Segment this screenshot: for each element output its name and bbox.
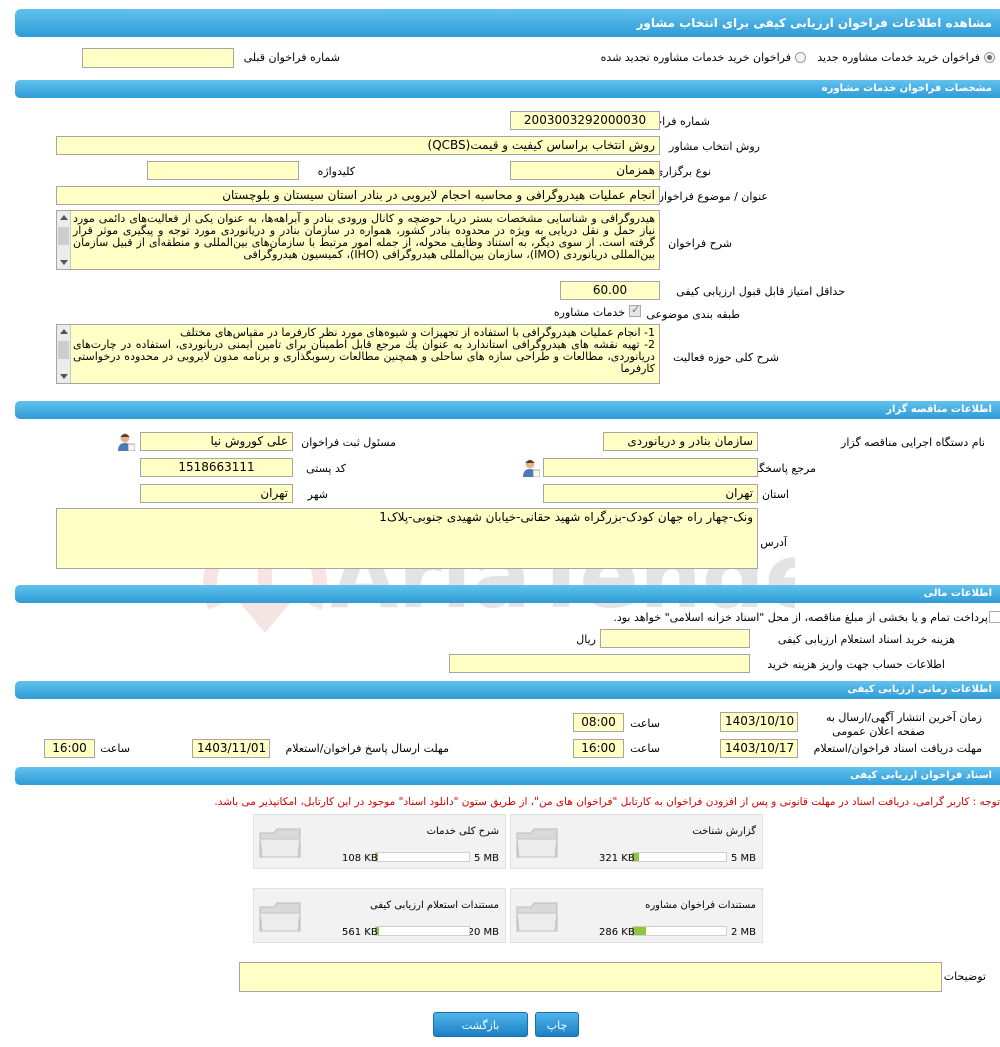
desc-scrollbar[interactable]: [57, 211, 71, 269]
registrar-field: علی کوروش نیا: [140, 432, 293, 451]
province-label: استان: [761, 488, 789, 501]
notes-field: [239, 962, 942, 992]
doc-size: 321 KB: [599, 853, 635, 864]
prev-number-field: [82, 48, 234, 68]
method-label: روش انتخاب مشاور: [669, 140, 760, 153]
doc-progress-bar: [632, 852, 727, 862]
city-label: شهر: [307, 488, 328, 501]
publish-date-field: 1403/10/10: [720, 712, 798, 732]
category-label: طبقه بندی موضوعی: [646, 308, 740, 321]
receive-date-field: 1403/10/17: [720, 739, 798, 758]
keyword-label: کلیدواژه: [317, 165, 355, 178]
keyword-field: [147, 161, 299, 180]
folder-icon: [259, 828, 301, 858]
fee-label: هزینه خرید اسناد استعلام ارزیابی کیفی: [777, 633, 955, 646]
back-button[interactable]: بازگشت: [433, 1012, 528, 1037]
doc-title: مستندات فراخوان مشاوره: [645, 900, 756, 911]
org-field: سازمان بنادر و دریانوردی: [603, 432, 758, 451]
subject-label: عنوان / موضوع فراخوان: [655, 190, 768, 203]
receive-label: مهلت دریافت اسناد فراخوان/استعلام: [813, 742, 982, 755]
address-label: آدرس: [760, 536, 787, 549]
address-field: ونک-چهار راه جهان کودک-بزرگراه شهید حقان…: [56, 508, 758, 569]
doc-max-size: 2 MB: [730, 927, 756, 938]
receive-time-label: ساعت: [630, 742, 660, 755]
category-value: خدمات مشاوره: [553, 306, 625, 319]
publish-time-label: ساعت: [630, 717, 660, 730]
folder-icon: [516, 828, 558, 858]
receive-time-field: 16:00: [573, 739, 624, 758]
registrar-label: مسئول ثبت فراخوان: [301, 436, 396, 449]
radio-new-label: فراخوان خرید خدمات مشاوره جدید: [817, 51, 980, 64]
scope-label: شرح کلی حوزه فعالیت: [673, 351, 779, 364]
doc-title: شرح کلی خدمات: [426, 826, 499, 837]
doc-size: 108 KB: [342, 853, 378, 864]
radio-new-consulting[interactable]: [984, 52, 995, 63]
radio-renewed-label: فراخوان خرید خدمات مشاوره تجدید شده: [600, 51, 791, 64]
desc-text: هیدروگرافی و شناسایی مشخصات بستر دریا، ح…: [73, 212, 655, 261]
postal-label: کد پستی: [306, 462, 346, 475]
folder-icon: [259, 902, 301, 932]
doc-card[interactable]: شرح کلی خدمات 5 MB 108 KB: [253, 814, 506, 869]
scope-textarea[interactable]: 1- انجام عملیات هیدروگرافی با استفاده از…: [56, 324, 660, 384]
number-field: 2003003292000030: [510, 111, 660, 130]
province-field: تهران: [543, 484, 758, 503]
publish-label-1: زمان آخرین انتشار آگهی/ارسال به: [825, 711, 982, 724]
folder-icon: [516, 902, 558, 932]
postal-field: 1518663111: [140, 458, 293, 477]
submit-time-label: ساعت: [100, 742, 130, 755]
submit-time-field: 16:00: [44, 739, 95, 758]
min-score-label: حداقل امتیاز قابل قبول ارزیابی کیفی: [676, 285, 845, 298]
section-header-docs: اسناد فراخوان ارزیابی کیفی: [15, 767, 1000, 785]
category-checkbox: [629, 303, 641, 317]
ref-user-icon[interactable]: [522, 458, 540, 477]
doc-card[interactable]: گزارش شناخت 5 MB 321 KB: [510, 814, 763, 869]
doc-progress-bar: [375, 852, 470, 862]
doc-size: 561 KB: [342, 927, 378, 938]
treasury-text: پرداخت تمام و یا بخشی از مبلغ مناقصه، از…: [613, 611, 988, 624]
section-header-tenderer: اطلاعات مناقصه گزار: [15, 401, 1000, 419]
subject-field: انجام عملیات هیدروگرافی و محاسبه احجام ل…: [56, 186, 660, 205]
publish-label-2: صفحه اعلان عمومی: [832, 725, 925, 738]
scope-scrollbar[interactable]: [57, 325, 71, 383]
submit-date-field: 1403/11/01: [192, 739, 270, 758]
doc-progress-bar: [375, 926, 470, 936]
desc-textarea[interactable]: هیدروگرافی و شناسایی مشخصات بستر دریا، ح…: [56, 210, 660, 270]
city-field: تهران: [140, 484, 293, 503]
radio-renewed-consulting[interactable]: [795, 52, 806, 63]
section-header-finance: اطلاعات مالی: [15, 585, 1000, 603]
doc-max-size: 5 MB: [730, 853, 756, 864]
doc-title: مستندات استعلام ارزیابی کیفی: [369, 900, 499, 911]
publish-time-field: 08:00: [573, 713, 624, 732]
account-label: اطلاعات حساب جهت واریز هزینه خرید: [767, 658, 945, 671]
fee-field: [600, 629, 750, 648]
prev-number-label: شماره فراخوان قبلی: [243, 51, 340, 64]
print-button[interactable]: چاپ: [535, 1012, 579, 1037]
notes-label: توضیحات: [943, 970, 986, 983]
ref-field: [543, 458, 758, 477]
docs-note: توجه : کاربر گرامی، دریافت اسناد در مهلت…: [214, 796, 1000, 808]
doc-max-size: 5 MB: [473, 853, 499, 864]
doc-size: 286 KB: [599, 927, 635, 938]
min-score-field: 60.00: [560, 281, 660, 300]
doc-progress-bar: [632, 926, 727, 936]
treasury-checkbox[interactable]: [989, 611, 1000, 623]
section-header-spec: مشخصات فراخوان خدمات مشاوره: [15, 80, 1000, 98]
submit-label: مهلت ارسال پاسخ فراخوان/استعلام: [285, 742, 449, 755]
type-field: همزمان: [510, 161, 660, 180]
account-field: [449, 654, 750, 673]
doc-max-size: 20 MB: [467, 927, 499, 938]
scope-line-2: 2- تهیه نقشه های هیدروگرافی استاندارد به…: [73, 338, 655, 375]
page-title: مشاهده اطلاعات فراخوان ارزیابی کیفی برای…: [15, 9, 1000, 37]
section-header-timing: اطلاعات زمانی ارزیابی کیفی: [15, 681, 1000, 699]
fee-unit: ریال: [576, 633, 596, 646]
user-icon[interactable]: [117, 432, 135, 451]
org-label: نام دستگاه اجرایی مناقصه گزار: [841, 436, 985, 449]
doc-title: گزارش شناخت: [692, 826, 756, 837]
doc-card[interactable]: مستندات استعلام ارزیابی کیفی 20 MB 561 K…: [253, 888, 506, 943]
type-label: نوع برگزاری: [654, 165, 711, 178]
method-field: روش انتخاب براساس کیفیت و قیمت(QCBS): [56, 136, 660, 155]
doc-card[interactable]: مستندات فراخوان مشاوره 2 MB 286 KB: [510, 888, 763, 943]
desc-label: شرح فراخوان: [668, 237, 732, 250]
